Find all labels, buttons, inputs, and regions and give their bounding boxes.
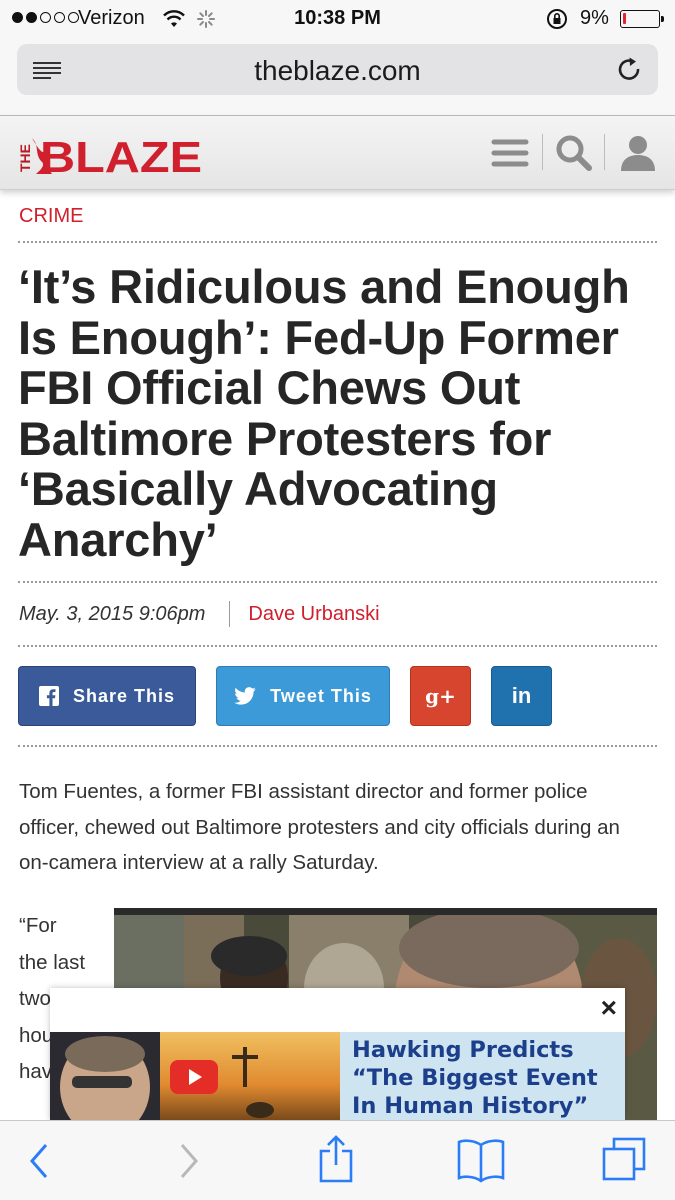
ad-headline[interactable]: Hawking Predicts “The Biggest Event In H… — [340, 1032, 625, 1120]
logo-blaze: BLAZE — [40, 133, 202, 176]
twitter-share-button[interactable]: Tweet This — [216, 666, 390, 726]
close-icon[interactable]: × — [601, 994, 617, 1022]
bookmarks-icon[interactable] — [456, 1137, 506, 1183]
article-intro-paragraph: Tom Fuentes, a former FBI assistant dire… — [19, 780, 620, 874]
divider — [18, 645, 657, 647]
ad-banner[interactable]: × Hawking Predicts “The Biggest Event In… — [50, 988, 625, 1120]
byline: May. 3, 2015 9:06pm Dave Urbanski — [19, 601, 380, 627]
divider — [18, 581, 657, 583]
facebook-share-label: Share This — [72, 685, 176, 706]
signal-strength-icon — [12, 12, 79, 23]
battery-icon — [620, 10, 664, 28]
twitter-icon — [234, 687, 256, 705]
carrier-name: Verizon — [78, 7, 145, 29]
site-header: THE BLAZE — [0, 116, 675, 190]
linkedin-icon: in — [511, 683, 532, 708]
hamburger-menu-icon[interactable] — [490, 133, 530, 173]
play-icon[interactable] — [170, 1060, 218, 1094]
divider — [18, 745, 657, 747]
googleplus-icon: g+ — [425, 684, 456, 708]
article-date: May. 3, 2015 9:06pm — [19, 602, 206, 625]
status-bar: Verizon 10:38 PM 9% — [0, 0, 675, 38]
divider — [18, 241, 657, 243]
logo-the: THE — [17, 144, 33, 172]
ad-image[interactable] — [50, 1032, 340, 1120]
quote-line: the last — [19, 950, 86, 974]
activity-spinner-icon — [197, 10, 215, 28]
facebook-share-button[interactable]: Share This — [18, 666, 196, 726]
article-category[interactable]: CRIME — [19, 205, 83, 228]
share-icon[interactable] — [316, 1133, 356, 1185]
reload-icon[interactable] — [616, 56, 644, 84]
search-icon[interactable] — [554, 133, 594, 173]
linkedin-share-button[interactable]: in — [491, 666, 552, 726]
back-icon[interactable] — [26, 1139, 52, 1183]
battery-percent: 9% — [580, 7, 609, 29]
header-divider — [604, 134, 605, 170]
quote-line: “For — [19, 914, 57, 937]
googleplus-share-button[interactable]: g+ — [410, 666, 471, 726]
wifi-icon — [163, 10, 185, 27]
article-author[interactable]: Dave Urbanski — [248, 603, 379, 626]
rotation-lock-icon — [547, 9, 567, 29]
theblaze-logo[interactable]: THE BLAZE — [16, 132, 206, 176]
forward-icon[interactable] — [176, 1139, 202, 1183]
header-divider — [542, 134, 543, 170]
browser-toolbar — [0, 1120, 675, 1200]
browser-address-bar: theblaze.com — [0, 38, 675, 116]
facebook-icon — [38, 686, 59, 706]
url-field[interactable]: theblaze.com — [17, 44, 658, 95]
twitter-share-label: Tweet This — [270, 685, 372, 706]
tabs-icon[interactable] — [600, 1135, 648, 1183]
byline-separator — [229, 601, 231, 627]
url-text[interactable]: theblaze.com — [17, 55, 658, 87]
user-icon[interactable] — [618, 133, 658, 173]
article-headline: ‘It’s Ridiculous and Enough Is Enough’: … — [18, 260, 630, 566]
